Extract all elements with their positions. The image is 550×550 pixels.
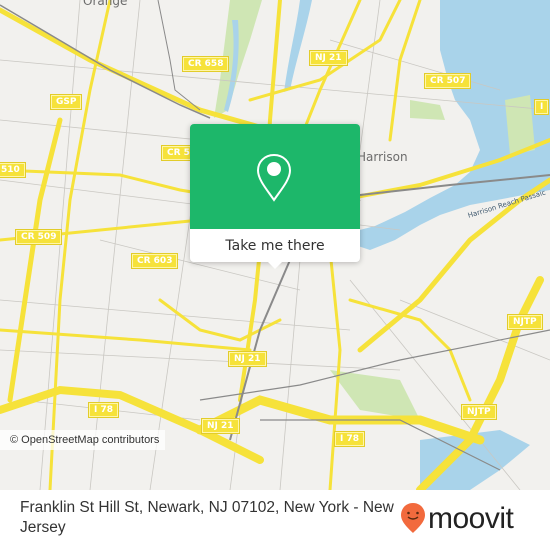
take-me-there-button[interactable]: Take me there bbox=[190, 229, 360, 262]
road-shield: NJ 21 bbox=[228, 351, 267, 367]
footer: Franklin St Hill St, Newark, NJ 07102, N… bbox=[0, 490, 550, 550]
place-label-orange: Orange bbox=[83, 0, 128, 8]
map-attribution[interactable]: © OpenStreetMap contributors bbox=[0, 430, 166, 450]
road-shield: NJ 21 bbox=[309, 50, 348, 66]
park-harrison bbox=[410, 100, 445, 120]
park-south bbox=[330, 370, 420, 420]
road-shield: CR 509 bbox=[14, 229, 63, 245]
road-shield: I bbox=[533, 99, 550, 115]
popup-header bbox=[190, 124, 360, 229]
road-shield: I 78 bbox=[87, 402, 120, 418]
road-shield: 510 bbox=[0, 162, 26, 178]
location-popup: Take me there bbox=[190, 124, 360, 269]
road-shield: CR 603 bbox=[130, 253, 179, 269]
moovit-wordmark: moovit bbox=[428, 502, 514, 535]
road-shield: CR 507 bbox=[423, 73, 472, 89]
popup-pointer bbox=[267, 261, 283, 269]
moovit-logo[interactable]: moovit bbox=[400, 502, 514, 535]
road-shield: GSP bbox=[49, 94, 83, 110]
map-view[interactable]: Orange Harrison Harrison Reach Passaic C… bbox=[0, 0, 550, 490]
road-shield: I 78 bbox=[333, 431, 366, 447]
address-text: Franklin St Hill St, Newark, NJ 07102, N… bbox=[20, 499, 394, 536]
moovit-pin-icon bbox=[401, 503, 425, 533]
place-label-harrison: Harrison bbox=[357, 150, 408, 164]
map-pin-icon bbox=[256, 153, 292, 202]
river-north bbox=[284, 0, 312, 92]
road-shield: NJTP bbox=[461, 404, 497, 420]
road-shield: NJ 21 bbox=[201, 418, 240, 434]
road-shield: NJTP bbox=[507, 314, 543, 330]
road-shield: CR 658 bbox=[181, 56, 230, 72]
